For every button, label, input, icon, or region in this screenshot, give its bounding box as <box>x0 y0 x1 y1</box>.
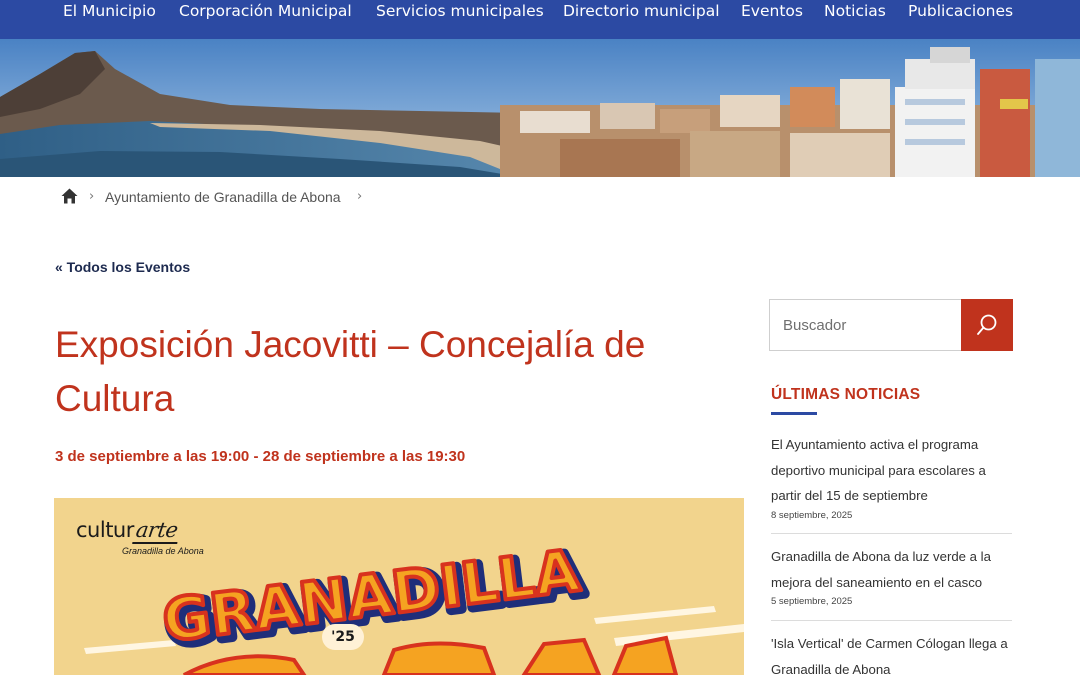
news-item-date: 5 septiembre, 2025 <box>771 596 853 607</box>
news-divider <box>771 620 1012 621</box>
home-icon[interactable] <box>61 188 78 204</box>
heading-underline <box>771 412 817 415</box>
main-navigation: El Municipio Corporación Municipal Servi… <box>0 0 1080 39</box>
nav-item-corporacion-municipal[interactable]: Corporación Municipal <box>179 2 352 20</box>
latest-news-heading: ÚLTIMAS NOTICIAS <box>771 386 921 403</box>
nav-item-publicaciones[interactable]: Publicaciones <box>908 2 1013 20</box>
culturarte-logo-subtitle: Granadilla de Abona <box>122 546 204 556</box>
event-poster-image: GRANADILLA GRANADILLA culturarte Granadi… <box>54 498 744 675</box>
search-icon <box>977 314 997 335</box>
news-item: Granadilla de Abona da luz verde a la me… <box>771 544 1011 607</box>
all-events-link[interactable]: « Todos los Eventos <box>55 259 190 275</box>
news-item-link[interactable]: 'Isla Vertical' de Carmen Cólogan llega … <box>771 631 1011 675</box>
news-item-link[interactable]: El Ayuntamiento activa el programa depor… <box>771 432 1011 509</box>
header-banner-image <box>0 39 1080 177</box>
nav-item-servicios-municipales[interactable]: Servicios municipales <box>376 2 544 20</box>
breadcrumb-item-ayuntamiento[interactable]: Ayuntamiento de Granadilla de Abona <box>105 189 341 205</box>
event-date: 3 de septiembre a las 19:00 - 28 de sept… <box>55 448 466 465</box>
nav-item-el-municipio[interactable]: El Municipio <box>63 2 156 20</box>
nav-item-eventos[interactable]: Eventos <box>741 2 803 20</box>
news-item-date: 8 septiembre, 2025 <box>771 509 853 521</box>
search-input[interactable] <box>770 300 961 350</box>
news-item: 'Isla Vertical' de Carmen Cólogan llega … <box>771 631 1011 675</box>
nav-item-noticias[interactable]: Noticias <box>824 2 886 20</box>
poster-year-badge: '25 <box>322 624 364 650</box>
search-button[interactable] <box>961 299 1013 351</box>
news-divider <box>771 533 1012 534</box>
news-item-link[interactable]: Granadilla de Abona da luz verde a la me… <box>771 544 1011 595</box>
breadcrumb: › Ayuntamiento de Granadilla de Abona › <box>0 177 1080 217</box>
breadcrumb-separator: › <box>89 189 95 204</box>
news-item: El Ayuntamiento activa el programa depor… <box>771 432 1011 521</box>
search-field[interactable] <box>769 299 961 351</box>
breadcrumb-separator: › <box>357 189 363 204</box>
nav-item-directorio-municipal[interactable]: Directorio municipal <box>563 2 720 20</box>
culturarte-logo: culturarte <box>76 518 182 544</box>
event-title: Exposición Jacovitti – Concejalía de Cul… <box>55 324 646 419</box>
